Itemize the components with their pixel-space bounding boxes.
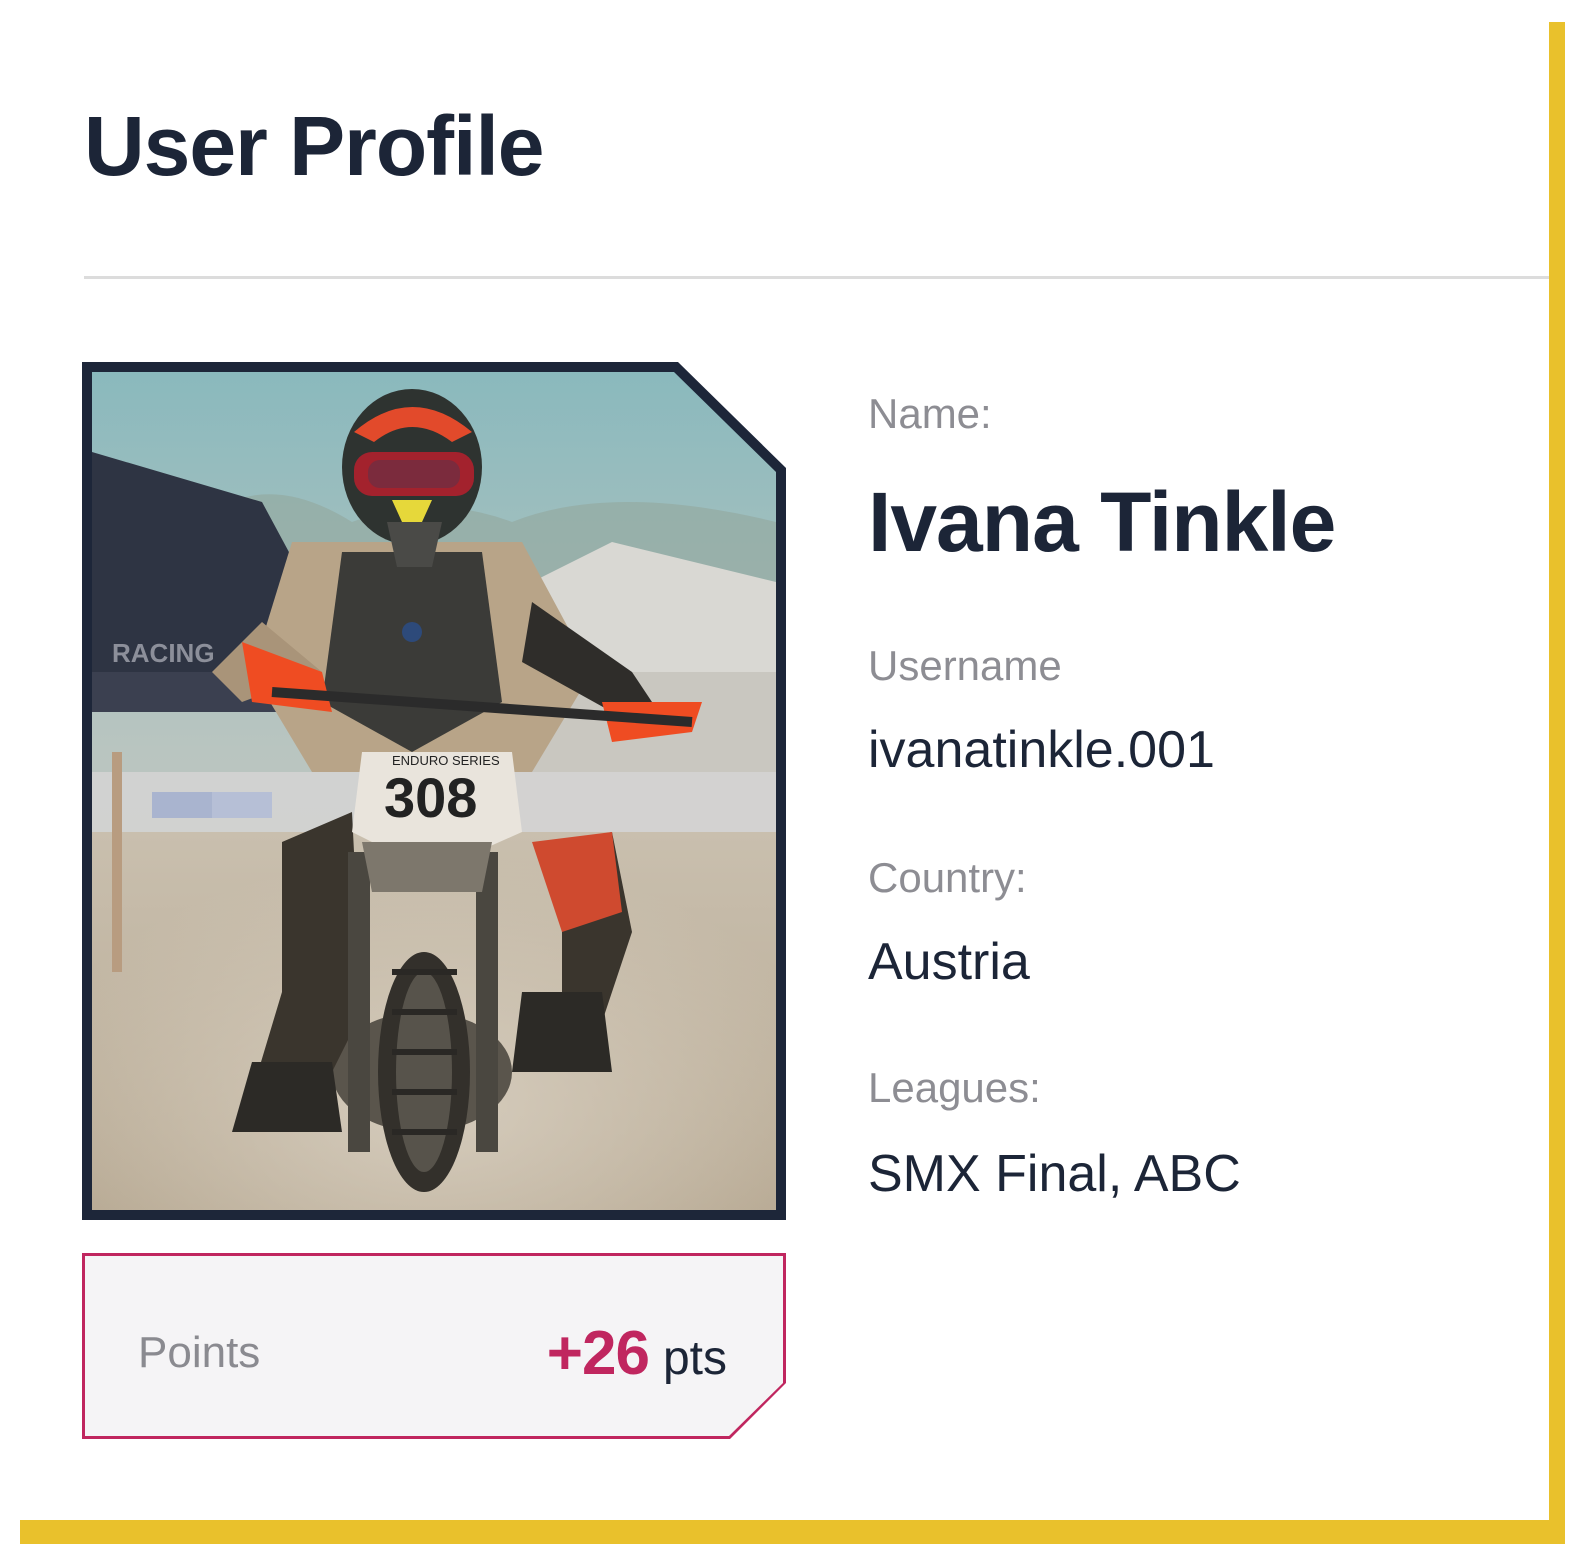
points-value-group: +26 pts — [547, 1318, 727, 1389]
leagues-label: Leagues: — [868, 1064, 1041, 1111]
name-value: Ivana Tinkle — [868, 475, 1336, 569]
profile-photo-frame: RACING ENDURO SERIES 308 — [82, 362, 786, 1220]
points-label: Points — [138, 1328, 261, 1377]
accent-border-bottom — [20, 1520, 1565, 1544]
country-label: Country: — [868, 854, 1027, 901]
points-unit: pts — [662, 1332, 727, 1385]
bike-number: 308 — [384, 766, 477, 829]
points-panel: Points +26 pts — [82, 1253, 786, 1439]
country-value: Austria — [868, 933, 1030, 991]
username-label: Username — [868, 642, 1062, 689]
svg-text:RACING: RACING — [112, 638, 215, 668]
username-value: ivanatinkle.001 — [868, 721, 1215, 779]
leagues-value: SMX Final, ABC — [868, 1145, 1241, 1203]
rider-illustration: RACING ENDURO SERIES 308 — [92, 372, 776, 1210]
page-title: User Profile — [84, 99, 545, 193]
points-number: +26 — [546, 1319, 650, 1388]
name-label: Name: — [868, 390, 992, 437]
profile-photo: RACING ENDURO SERIES 308 — [92, 372, 776, 1210]
accent-border-right — [1549, 22, 1565, 1530]
title-divider — [84, 276, 1549, 279]
user-profile-card: User Profile RACING ENDURO SERIES 308 Po… — [0, 0, 1572, 1544]
